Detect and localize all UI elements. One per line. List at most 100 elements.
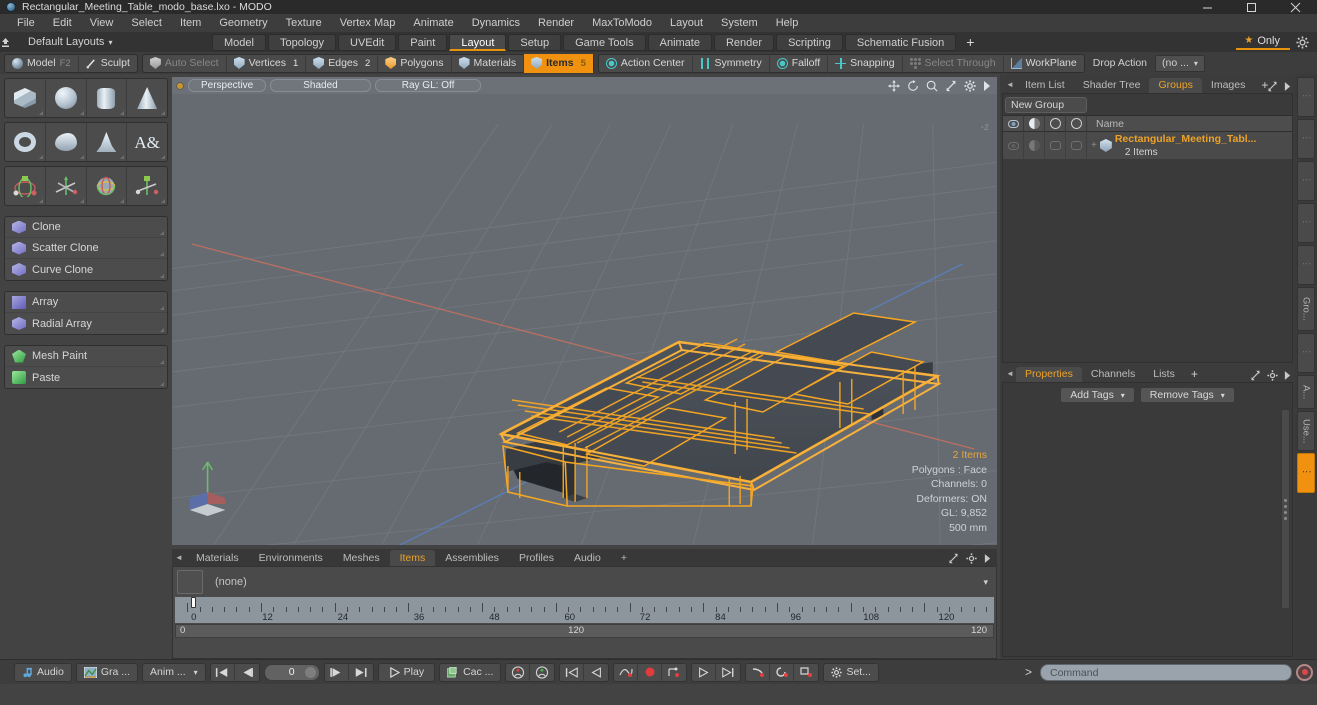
chevron-right-icon[interactable] xyxy=(984,553,991,564)
step-backward-button[interactable] xyxy=(235,663,259,682)
chevron-down-icon[interactable]: ▾ xyxy=(983,577,992,588)
vertical-tab-3[interactable]: ⋮ xyxy=(1297,203,1315,243)
layout-upload-icon[interactable] xyxy=(0,37,22,48)
cube-tool[interactable] xyxy=(5,79,46,117)
chevron-right-icon[interactable] xyxy=(1284,370,1291,381)
snapping-button[interactable]: Snapping xyxy=(828,53,903,73)
new-group-button[interactable]: New Group xyxy=(1005,97,1087,113)
symmetry-button[interactable]: Symmetry xyxy=(693,53,770,73)
layout-tab-scripting[interactable]: Scripting xyxy=(776,33,843,51)
sphere-tool[interactable] xyxy=(46,79,87,117)
tab-shader-tree[interactable]: Shader Tree xyxy=(1074,78,1150,93)
menu-item[interactable]: Item xyxy=(171,14,210,32)
vertices-mode-button[interactable]: Vertices 1 xyxy=(227,53,307,73)
vertical-tab-6[interactable]: ⋮ xyxy=(1297,333,1315,373)
tab-properties[interactable]: Properties xyxy=(1016,367,1082,382)
key-reload-icon[interactable] xyxy=(770,662,795,682)
polygons-mode-button[interactable]: Polygons xyxy=(378,53,452,73)
table-row[interactable]: + Rectangular_Meeting_Tabl... 2 Items xyxy=(1003,131,1292,160)
add-bottom-tab-button[interactable]: + xyxy=(611,550,637,566)
menu-geometry[interactable]: Geometry xyxy=(210,14,276,32)
layout-tab-uvedit[interactable]: UVEdit xyxy=(338,33,397,51)
viewport-shading-mode[interactable]: Shaded xyxy=(270,79,371,92)
default-layouts-label[interactable]: Default Layouts xyxy=(22,36,104,48)
menu-edit[interactable]: Edit xyxy=(44,14,81,32)
viewport-3d-canvas[interactable]: -z 2 Items Polygons : Face Channels: 0 D… xyxy=(172,94,997,545)
only-toggle-button[interactable]: ★ Only xyxy=(1236,35,1290,50)
audio-button[interactable]: Audio xyxy=(14,662,72,682)
edges-mode-button[interactable]: Edges 2 xyxy=(306,53,379,73)
move-view-icon[interactable] xyxy=(888,79,900,92)
lock-icon[interactable] xyxy=(1045,115,1066,132)
vertical-tab-active[interactable]: ⋮ xyxy=(1297,453,1315,493)
vertical-tab-4[interactable]: ⋮ xyxy=(1297,245,1315,285)
layout-tab-game-tools[interactable]: Game Tools xyxy=(563,33,646,51)
curve-clone-button[interactable]: Curve Clone xyxy=(5,259,167,280)
fit-panel-icon[interactable] xyxy=(1267,81,1278,92)
key-forward-icon[interactable] xyxy=(692,662,717,682)
eye-icon[interactable] xyxy=(1003,115,1024,132)
go-to-start-button[interactable] xyxy=(211,662,235,682)
menu-maxtomodo[interactable]: MaxToModo xyxy=(583,14,661,32)
bottom-tab-profiles[interactable]: Profiles xyxy=(509,550,564,566)
gear-icon[interactable] xyxy=(1267,370,1278,381)
add-tags-button[interactable]: Add Tags ▾ xyxy=(1060,387,1135,403)
layout-tab-setup[interactable]: Setup xyxy=(508,33,562,51)
menu-animate[interactable]: Animate xyxy=(404,14,462,32)
rotate-tool[interactable] xyxy=(87,167,128,205)
transform-tool[interactable] xyxy=(5,167,46,205)
fit-view-icon[interactable] xyxy=(945,80,957,92)
timeline-range-bar[interactable]: 0 120 120 xyxy=(175,624,994,638)
viewport-raygl-toggle[interactable]: Ray GL: Off xyxy=(374,79,482,92)
materials-mode-button[interactable]: Materials xyxy=(452,53,525,73)
action-center-button[interactable]: Action Center xyxy=(599,53,693,73)
vertical-tab-use[interactable]: Use... xyxy=(1297,411,1315,451)
key-first-icon[interactable] xyxy=(560,662,585,682)
row-visibility-toggle[interactable] xyxy=(1003,131,1024,160)
gear-icon[interactable] xyxy=(1296,35,1313,49)
expand-icon[interactable]: + xyxy=(1091,140,1097,151)
rotate-view-icon[interactable] xyxy=(907,79,919,92)
key-curve-icon[interactable] xyxy=(614,662,639,682)
layout-tab-layout[interactable]: Layout xyxy=(449,33,507,51)
viewport-view-mode[interactable]: Perspective xyxy=(188,79,267,92)
workplane-button[interactable]: WorkPlane xyxy=(1004,54,1084,73)
tab-lists[interactable]: Lists xyxy=(1144,367,1184,382)
menu-dynamics[interactable]: Dynamics xyxy=(463,14,529,32)
record-key-icon[interactable] xyxy=(638,662,663,682)
tab-channels[interactable]: Channels xyxy=(1082,367,1144,382)
playhead-handle[interactable] xyxy=(191,597,197,608)
tab-groups[interactable]: Groups xyxy=(1149,78,1202,93)
render-icon[interactable] xyxy=(1066,115,1087,132)
text-tool[interactable]: A& xyxy=(127,123,167,161)
row-shading-toggle[interactable] xyxy=(1024,131,1045,160)
key-back-icon[interactable] xyxy=(584,663,608,682)
chevron-right-icon[interactable] xyxy=(1284,81,1291,92)
torus-tool[interactable] xyxy=(5,123,46,161)
row-lock-toggle[interactable] xyxy=(1045,131,1066,160)
paste-button[interactable]: Paste xyxy=(5,367,167,388)
tab-images[interactable]: Images xyxy=(1202,78,1254,93)
menu-layout[interactable]: Layout xyxy=(661,14,712,32)
layout-tab-render[interactable]: Render xyxy=(713,33,775,51)
bottom-tab-items[interactable]: Items xyxy=(389,550,436,566)
menu-render[interactable]: Render xyxy=(529,14,583,32)
layout-tab-paint[interactable]: Paint xyxy=(398,33,448,51)
bottom-tab-materials[interactable]: Materials xyxy=(186,550,249,566)
zoom-view-icon[interactable] xyxy=(926,80,938,92)
menu-help[interactable]: Help xyxy=(767,14,808,32)
bottom-tab-environments[interactable]: Environments xyxy=(249,550,333,566)
bottom-tab-assemblies[interactable]: Assemblies xyxy=(435,550,509,566)
menu-view[interactable]: View xyxy=(81,14,123,32)
key-remove-icon[interactable] xyxy=(794,663,818,682)
mesh-paint-button[interactable]: Mesh Paint xyxy=(5,346,167,367)
layout-preset-caret-icon[interactable]: ▾ xyxy=(104,38,112,47)
fit-panel-icon[interactable] xyxy=(948,553,959,564)
vertical-tab-0[interactable]: ⋮ xyxy=(1297,77,1315,117)
vertical-tab-a[interactable]: A... xyxy=(1297,375,1315,409)
graph-editor-button[interactable]: Gra ... xyxy=(75,662,139,682)
close-button[interactable] xyxy=(1273,0,1317,14)
current-frame-field[interactable]: 0 xyxy=(263,663,320,681)
command-input[interactable]: Command xyxy=(1040,663,1292,681)
anim-dropdown[interactable]: Anim ... ▾ xyxy=(142,662,206,682)
